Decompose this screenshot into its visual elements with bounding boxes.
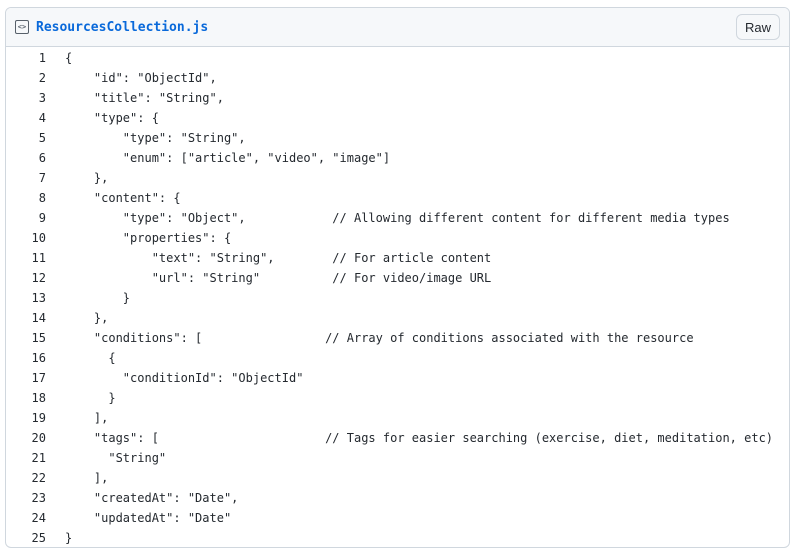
line-number[interactable]: 22 (6, 468, 46, 488)
line-code: ], (65, 471, 109, 485)
code-file-icon: <> (15, 20, 29, 34)
line-code: } (65, 391, 116, 405)
line-code: "type": "Object", // Allowing different … (65, 211, 730, 225)
line-number[interactable]: 7 (6, 168, 46, 188)
line-code: "content": { (65, 191, 181, 205)
line-number[interactable]: 6 (6, 148, 46, 168)
line-code: "type": "String", (65, 131, 246, 145)
file-header: <> ResourcesCollection.js Raw (6, 8, 789, 47)
line-number[interactable]: 14 (6, 308, 46, 328)
code-line: 25} (6, 528, 789, 547)
line-number[interactable]: 1 (6, 48, 46, 68)
line-code: "tags": [ // Tags for easier searching (… (65, 431, 774, 445)
code-file-card: <> ResourcesCollection.js Raw 1{2 "id": … (5, 7, 790, 548)
line-code: "id": "ObjectId", (65, 71, 217, 85)
line-number[interactable]: 21 (6, 448, 46, 468)
line-number[interactable]: 19 (6, 408, 46, 428)
code-line: 12 "url": "String" // For video/image UR… (6, 268, 789, 288)
line-number[interactable]: 12 (6, 268, 46, 288)
line-number[interactable]: 16 (6, 348, 46, 368)
code-line: 17 "conditionId": "ObjectId" (6, 368, 789, 388)
code-line: 19 ], (6, 408, 789, 428)
line-code: "String" (65, 451, 167, 465)
code-body: 1{2 "id": "ObjectId", 3 "title": "String"… (6, 47, 789, 547)
line-code: }, (65, 171, 109, 185)
line-number[interactable]: 5 (6, 128, 46, 148)
line-number[interactable]: 18 (6, 388, 46, 408)
line-number[interactable]: 23 (6, 488, 46, 508)
code-line: 3 "title": "String", (6, 88, 789, 108)
code-line: 18 } (6, 388, 789, 408)
code-line: 23 "createdAt": "Date", (6, 488, 789, 508)
raw-button[interactable]: Raw (735, 14, 780, 40)
line-number[interactable]: 9 (6, 208, 46, 228)
line-code: "enum": ["article", "video", "image"] (65, 151, 391, 165)
line-code: ], (65, 411, 109, 425)
line-number[interactable]: 24 (6, 508, 46, 528)
line-code: "url": "String" // For video/image URL (65, 271, 492, 285)
line-number[interactable]: 15 (6, 328, 46, 348)
code-line: 20 "tags": [ // Tags for easier searchin… (6, 428, 789, 448)
line-code: } (65, 531, 73, 545)
code-line: 14 }, (6, 308, 789, 328)
line-code: "properties": { (65, 231, 232, 245)
code-line: 10 "properties": { (6, 228, 789, 248)
code-line: 2 "id": "ObjectId", (6, 68, 789, 88)
code-line: 11 "text": "String", // For article cont… (6, 248, 789, 268)
code-line: 13 } (6, 288, 789, 308)
code-line: 8 "content": { (6, 188, 789, 208)
line-number[interactable]: 8 (6, 188, 46, 208)
code-line: 1{ (6, 48, 789, 68)
line-code: "title": "String", (65, 91, 224, 105)
line-number[interactable]: 11 (6, 248, 46, 268)
code-line: 22 ], (6, 468, 789, 488)
line-number[interactable]: 3 (6, 88, 46, 108)
line-code: } (65, 291, 131, 305)
line-code: "conditionId": "ObjectId" (65, 371, 304, 385)
line-code: { (65, 351, 116, 365)
line-code: "type": { (65, 111, 159, 125)
file-name-link[interactable]: ResourcesCollection.js (36, 20, 208, 35)
line-code: "updatedAt": "Date" (65, 511, 232, 525)
code-line: 4 "type": { (6, 108, 789, 128)
line-number[interactable]: 13 (6, 288, 46, 308)
line-code: "conditions": [ // Array of conditions a… (65, 331, 694, 345)
line-code: }, (65, 311, 109, 325)
line-code: "createdAt": "Date", (65, 491, 239, 505)
code-line: 21 "String" (6, 448, 789, 468)
code-line: 9 "type": "Object", // Allowing differen… (6, 208, 789, 228)
code-line: 24 "updatedAt": "Date" (6, 508, 789, 528)
line-number[interactable]: 17 (6, 368, 46, 388)
line-code: { (65, 51, 73, 65)
line-number[interactable]: 4 (6, 108, 46, 128)
line-number[interactable]: 10 (6, 228, 46, 248)
code-line: 5 "type": "String", (6, 128, 789, 148)
line-number[interactable]: 2 (6, 68, 46, 88)
code-line: 7 }, (6, 168, 789, 188)
line-code: "text": "String", // For article content (65, 251, 492, 265)
line-number[interactable]: 25 (6, 528, 46, 547)
line-number[interactable]: 20 (6, 428, 46, 448)
code-line: 16 { (6, 348, 789, 368)
code-line: 6 "enum": ["article", "video", "image"] (6, 148, 789, 168)
code-line: 15 "conditions": [ // Array of condition… (6, 328, 789, 348)
